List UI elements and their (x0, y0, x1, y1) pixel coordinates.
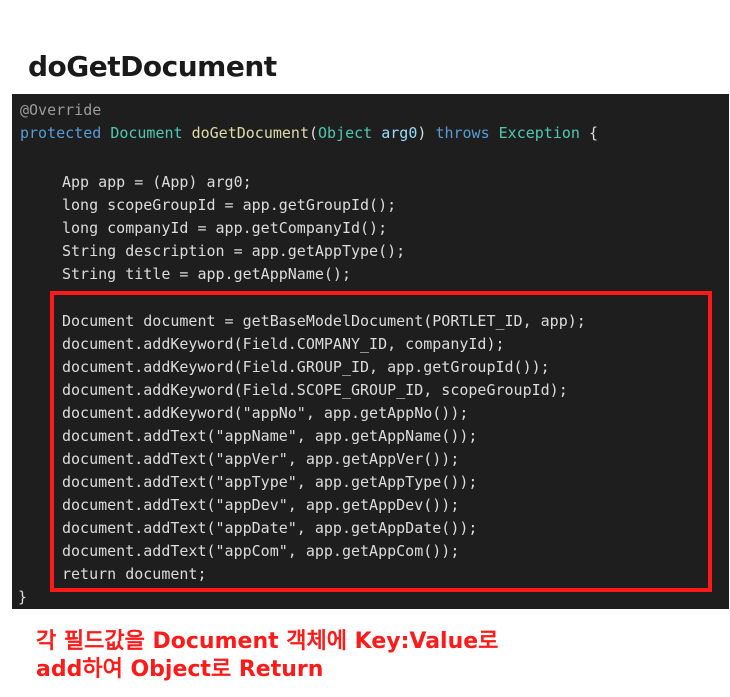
code-line: long companyId = app.getCompanyId(); (62, 219, 388, 237)
code-line-closing-brace: } (18, 588, 28, 606)
page-title: doGetDocument (28, 50, 277, 83)
code-line: document.addText("appDev", app.getAppDev… (62, 496, 460, 514)
code-line: String description = app.getAppType(); (62, 242, 406, 260)
code-line: App app = (App) arg0; (62, 173, 252, 191)
code-line: document.addText("appVer", app.getAppVer… (62, 450, 460, 468)
code-line: document.addText("appDate", app.getAppDa… (62, 519, 478, 537)
code-line-signature: protected Document doGetDocument(Object … (20, 124, 598, 142)
code-line: document.addKeyword(Field.COMPANY_ID, co… (62, 335, 505, 353)
code-line: document.addKeyword("appNo", app.getAppN… (62, 404, 469, 422)
code-line: document.addText("appType", app.getAppTy… (62, 473, 478, 491)
code-line: document.addKeyword(Field.GROUP_ID, app.… (62, 358, 550, 376)
caption: 각 필드값을 Document 객체에 Key:Value로 add하여 Obj… (36, 628, 498, 684)
code-line: document.addKeyword(Field.SCOPE_GROUP_ID… (62, 381, 568, 399)
code-editor: @Override protected Document doGetDocume… (12, 94, 729, 609)
caption-line-2: add하여 Object로 Return (36, 657, 324, 682)
code-line: return document; (62, 565, 207, 583)
code-line: String title = app.getAppName(); (62, 265, 351, 283)
code-line: long scopeGroupId = app.getGroupId(); (62, 196, 397, 214)
caption-line-1: 각 필드값을 Document 객체에 Key:Value로 (36, 629, 499, 654)
code-line-annotation: @Override (20, 101, 102, 119)
code-line: document.addText("appName", app.getAppNa… (62, 427, 478, 445)
code-line: document.addText("appCom", app.getAppCom… (62, 542, 460, 560)
code-line: Document document = getBaseModelDocument… (62, 312, 586, 330)
